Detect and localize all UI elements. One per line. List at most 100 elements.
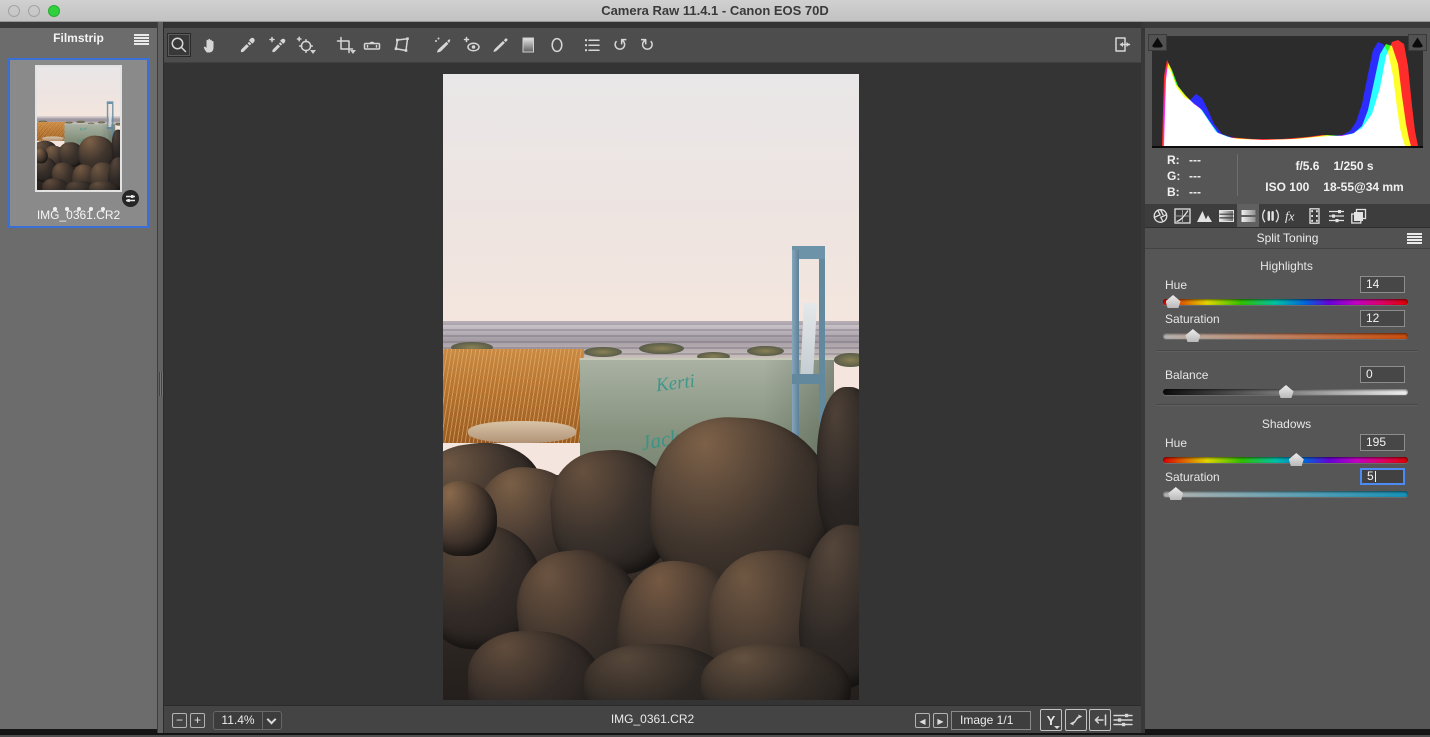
highlights-hue-slider[interactable]: [1163, 294, 1408, 308]
adjustment-tabs: fx: [1145, 204, 1430, 228]
shadows-hue-label: Hue: [1165, 436, 1188, 450]
highlights-hue-label: Hue: [1165, 278, 1188, 292]
shadow-clipping-toggle[interactable]: [1148, 34, 1167, 51]
highlight-clip-triangle-icon: [1412, 37, 1423, 48]
shutter-value: 1/250 s: [1333, 159, 1374, 173]
shadow-clip-triangle-icon: [1152, 37, 1163, 48]
tab-lens-corrections[interactable]: [1259, 204, 1281, 227]
r-label: R:: [1167, 153, 1180, 167]
tab-detail[interactable]: [1193, 204, 1215, 227]
panel-menu-icon[interactable]: [1407, 233, 1422, 244]
tool-rotate-left[interactable]: ↺: [608, 33, 632, 57]
titlebar: Camera Raw 11.4.1 - Canon EOS 70D: [0, 0, 1430, 22]
tool-radial-filter[interactable]: [545, 33, 569, 57]
tool-straighten[interactable]: [360, 33, 384, 57]
highlights-saturation-thumb[interactable]: [1185, 329, 1201, 342]
r-value: ---: [1189, 153, 1201, 167]
image-counter[interactable]: Image 1/1: [951, 711, 1031, 730]
tool-adjustment-brush[interactable]: [488, 33, 512, 57]
photo-preview[interactable]: Kerti Jack: [443, 74, 859, 700]
tab-split-toning[interactable]: [1237, 204, 1259, 227]
panel-title: Split Toning: [1256, 231, 1319, 245]
tab-camera-calibration[interactable]: [1303, 204, 1325, 227]
shadows-saturation-input[interactable]: 5: [1360, 468, 1405, 485]
caret-down-icon: [1054, 726, 1060, 729]
tool-targeted-adjustment[interactable]: [293, 33, 317, 57]
adjustments-badge-icon: [122, 190, 139, 207]
tab-basic[interactable]: [1149, 204, 1171, 227]
next-image-button[interactable]: ▶: [933, 713, 948, 728]
tab-snapshots[interactable]: [1347, 204, 1369, 227]
highlights-saturation-input[interactable]: 12: [1360, 310, 1405, 327]
highlights-hue-thumb[interactable]: [1165, 295, 1181, 308]
toolbar: ↺ ↻: [164, 28, 1141, 63]
panel-header: Split Toning: [1145, 228, 1430, 249]
adjustments-panel: R: --- G: --- B: --- f/5.6 1/250 s ISO 100 18…: [1145, 22, 1430, 733]
aperture-value: f/5.6: [1295, 159, 1320, 173]
swap-before-after-button[interactable]: [1065, 709, 1087, 731]
tab-effects[interactable]: fx: [1281, 204, 1303, 227]
tool-transform[interactable]: [390, 33, 414, 57]
tab-hsl-grayscale[interactable]: [1215, 204, 1237, 227]
tool-graduated-filter[interactable]: [516, 33, 540, 57]
thumbnail-photo-slot: Kerti Jack: [35, 65, 122, 192]
shadows-hue-thumb[interactable]: [1288, 453, 1304, 466]
g-value: ---: [1189, 169, 1201, 183]
tab-tone-curve[interactable]: [1171, 204, 1193, 227]
histogram: [1152, 36, 1423, 148]
graffiti-text-1: Kerti: [79, 126, 88, 132]
lens-value: 18-55@34 mm: [1323, 180, 1404, 194]
toggle-fullscreen-button[interactable]: [1110, 33, 1134, 57]
highlights-hue-input[interactable]: 14: [1360, 276, 1405, 293]
shadows-saturation-thumb[interactable]: [1168, 487, 1184, 500]
fx-icon-text: fx: [1285, 208, 1295, 223]
shadows-saturation-slider[interactable]: [1163, 486, 1408, 500]
balance-input[interactable]: 0: [1360, 366, 1405, 383]
shadows-saturation-label: Saturation: [1165, 470, 1220, 484]
iso-value: ISO 100: [1265, 180, 1310, 194]
thumbnail-photo: Kerti Jack: [37, 67, 120, 190]
tool-preferences[interactable]: [580, 33, 604, 57]
g-label: G:: [1167, 169, 1181, 183]
shadows-hue-input[interactable]: 195: [1360, 434, 1405, 451]
divider-handle[interactable]: [159, 372, 163, 396]
window-title: Camera Raw 11.4.1 - Canon EOS 70D: [601, 3, 829, 18]
status-bar: − + 11.4% IMG_0361.CR2 ◀ ▶ Image 1/1 Y: [164, 705, 1141, 733]
tool-color-sampler[interactable]: [265, 33, 289, 57]
toggle-defaults-button[interactable]: [1112, 709, 1134, 731]
camera-raw-window: Camera Raw 11.4.1 - Canon EOS 70D Filmst…: [0, 0, 1430, 737]
highlights-saturation-label: Saturation: [1165, 312, 1220, 326]
filmstrip-panel: Filmstrip Kerti Jack IMG_0361.CR2: [0, 22, 157, 733]
filmstrip-menu-icon[interactable]: [134, 34, 149, 45]
copy-settings-button[interactable]: [1089, 709, 1111, 731]
rock: [88, 180, 119, 190]
balance-label: Balance: [1165, 368, 1209, 382]
balance-slider[interactable]: [1163, 384, 1408, 398]
tool-red-eye[interactable]: [460, 33, 484, 57]
shadows-hue-slider[interactable]: [1163, 452, 1408, 466]
tool-white-balance[interactable]: [236, 33, 260, 57]
filmstrip-resize-divider[interactable]: [157, 22, 164, 733]
rock: [37, 148, 48, 164]
b-label: B:: [1167, 185, 1180, 199]
balance-thumb[interactable]: [1278, 385, 1294, 398]
preview-mode-button[interactable]: Y: [1040, 709, 1062, 731]
main-area: ↺ ↻ Kerti Jack − + 11.4% IMG_0361.CR2 ◀ …: [164, 22, 1141, 733]
highlight-clipping-toggle[interactable]: [1408, 34, 1427, 51]
graffiti-text-1: Kerti: [655, 370, 697, 397]
tool-spot-removal[interactable]: [430, 33, 454, 57]
thumbnail-filename: IMG_0361.CR2: [36, 208, 121, 222]
tool-zoom[interactable]: [167, 33, 191, 57]
tab-presets[interactable]: [1325, 204, 1347, 227]
tool-hand[interactable]: [198, 33, 222, 57]
image-canvas[interactable]: Kerti Jack: [164, 63, 1141, 705]
text-cursor: [1374, 471, 1376, 482]
window-bottom-edge: [0, 733, 1430, 737]
highlights-saturation-slider[interactable]: [1163, 328, 1408, 342]
filmstrip-thumbnail[interactable]: Kerti Jack IMG_0361.CR2: [8, 58, 149, 228]
highlights-heading: Highlights: [1260, 259, 1313, 273]
tool-crop[interactable]: [333, 33, 357, 57]
previous-image-button[interactable]: ◀: [915, 713, 930, 728]
tool-rotate-right[interactable]: ↻: [635, 33, 659, 57]
exif-readout: R: --- G: --- B: --- f/5.6 1/250 s ISO 100 18…: [1145, 150, 1430, 204]
